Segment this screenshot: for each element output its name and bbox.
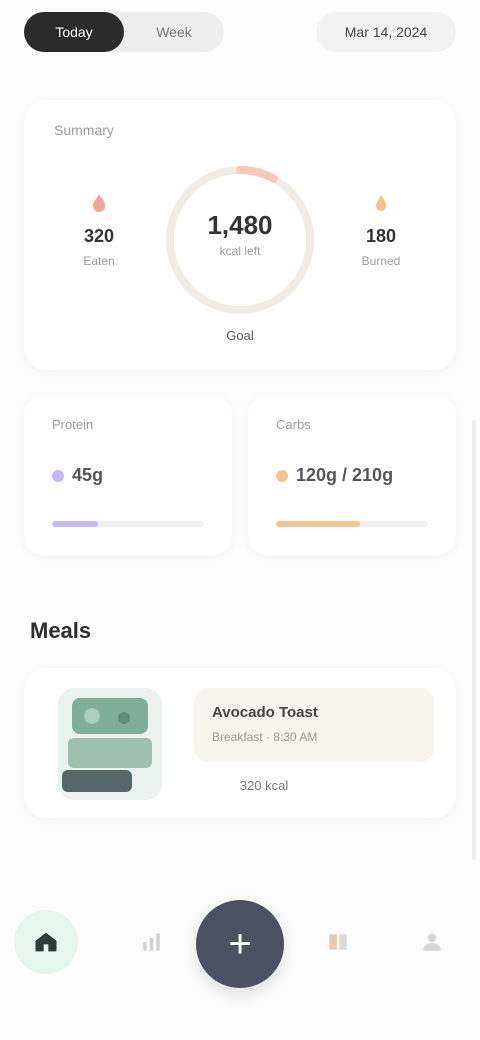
carbs-progress-fill	[276, 521, 360, 527]
flame-icon	[87, 192, 111, 216]
protein-progress-bar	[52, 521, 204, 527]
user-icon	[423, 933, 441, 951]
eaten-label: Eaten	[83, 254, 115, 268]
protein-title: Protein	[52, 417, 94, 432]
meals-section-title: Meals	[30, 618, 92, 643]
eaten-stat: 320 Eaten	[54, 192, 144, 268]
kcal-left-value: 1,480	[207, 210, 273, 240]
top-bar: Today Week Mar 14, 2024	[24, 10, 456, 54]
protein-card[interactable]: Protein 45g	[24, 395, 232, 555]
protein-dot	[52, 469, 64, 482]
burned-value: 180	[365, 226, 397, 246]
carbs-card[interactable]: Carbs 120g / 210g	[248, 395, 456, 555]
tab-week[interactable]: Week	[124, 12, 224, 52]
macro-row: Protein 45g Carbs 120g / 210g	[24, 395, 456, 555]
carbs-value: 120g / 210g	[296, 465, 394, 485]
summary-title: Summary	[54, 122, 114, 138]
date-picker-button[interactable]: Mar 14, 2024	[316, 12, 456, 52]
home-icon	[35, 932, 57, 952]
goal-caption: Goal	[226, 328, 254, 343]
protein-value: 45g	[72, 465, 104, 485]
period-toggle: Today Week	[24, 12, 224, 52]
chart-icon	[143, 933, 160, 951]
nav-recipes[interactable]	[306, 910, 370, 974]
protein-progress-fill	[52, 521, 98, 527]
burn-icon	[369, 192, 393, 216]
app-screen: Today Week Mar 14, 2024 Summary 320 Eate…	[0, 0, 480, 1040]
summary-card: Summary 320 Eaten 1,480 kcal left 180 Bu…	[24, 100, 456, 370]
meal-kcal: 320 kcal	[239, 778, 289, 793]
meal-card[interactable]: Avocado Toast Breakfast · 8:30 AM 320 kc…	[24, 668, 456, 818]
meal-image	[58, 688, 162, 800]
kcal-left-label: kcal left	[219, 244, 261, 258]
meal-info: Avocado Toast Breakfast · 8:30 AM	[194, 688, 434, 762]
add-meal-button[interactable]: +	[196, 900, 284, 988]
scrollbar[interactable]	[472, 420, 476, 860]
carbs-dot	[276, 469, 288, 482]
tab-today[interactable]: Today	[24, 12, 124, 52]
nav-stats[interactable]	[120, 910, 184, 974]
calorie-ring: 1,480 kcal left	[160, 160, 320, 320]
meal-name: Avocado Toast	[212, 704, 318, 721]
carbs-progress-bar	[276, 521, 428, 527]
nav-home[interactable]	[14, 910, 78, 974]
book-icon	[329, 934, 347, 950]
carbs-title: Carbs	[276, 417, 311, 432]
bottom-nav: +	[0, 880, 480, 1040]
burned-stat: 180 Burned	[336, 192, 426, 268]
eaten-value: 320	[83, 226, 115, 246]
nav-profile[interactable]	[400, 910, 464, 974]
meal-time: Breakfast · 8:30 AM	[212, 730, 318, 744]
burned-label: Burned	[361, 254, 401, 268]
